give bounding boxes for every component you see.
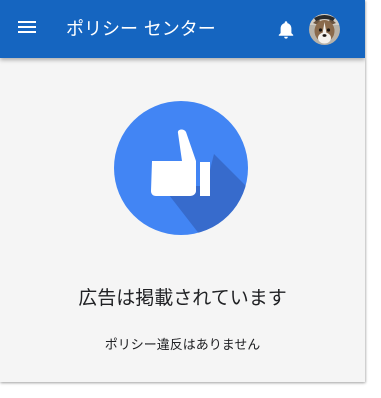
status-detail: ポリシー違反はありません [104, 338, 261, 353]
menu-icon[interactable] [18, 20, 36, 34]
policy-center-card: ポリシー センター 広告は掲載されています ポリシー違反はありません [0, 0, 365, 382]
app-title: ポリシー センター [66, 19, 216, 40]
avatar-dog-icon [309, 14, 340, 45]
avatar[interactable] [309, 14, 340, 45]
thumbs-up-icon [114, 101, 248, 235]
status-headline: 広告は掲載されています [78, 287, 287, 309]
bell-icon[interactable] [277, 20, 295, 40]
app-header: ポリシー センター [0, 0, 365, 58]
